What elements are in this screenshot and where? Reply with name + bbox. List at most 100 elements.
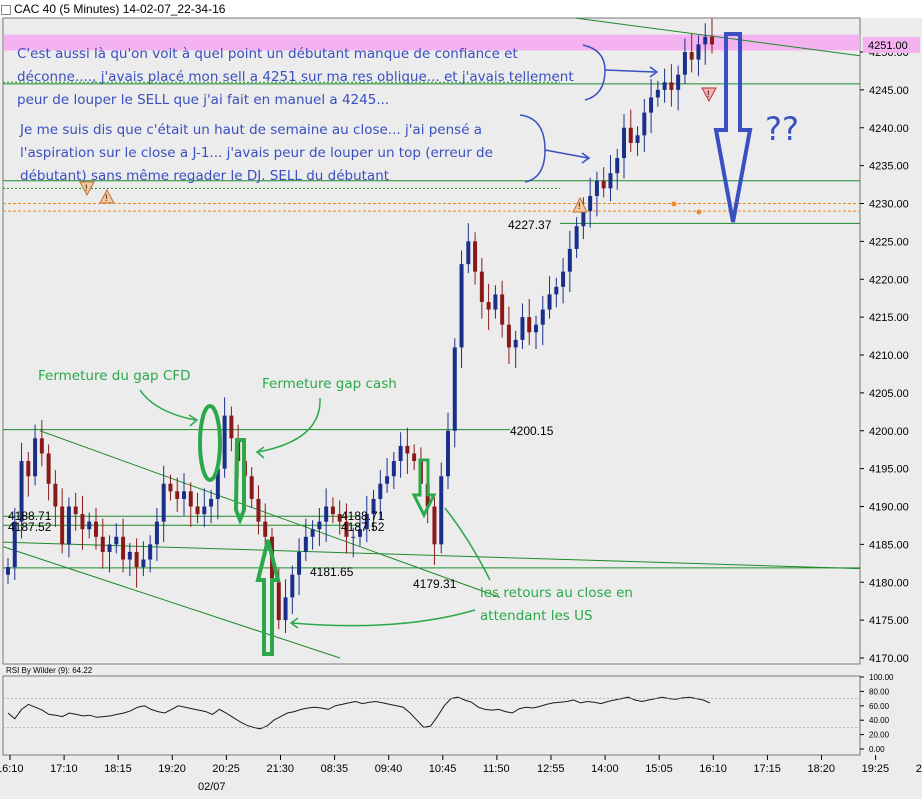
price-axis <box>861 18 922 664</box>
time-tick-label: 14:00 <box>591 763 619 775</box>
svg-text:!: ! <box>578 201 581 211</box>
candle-body <box>676 74 681 90</box>
candle-body <box>615 158 620 174</box>
note2-line2: l'aspiration sur le close a J-1... j'ava… <box>20 145 493 161</box>
time-tick-label: 16:10 <box>0 763 24 775</box>
candle-body <box>452 347 457 431</box>
candle-body <box>148 544 153 560</box>
candle-body <box>46 453 51 484</box>
candle-body <box>669 82 674 90</box>
orange-dot-marker <box>671 201 677 207</box>
rsi-tick-label: 40.00 <box>869 716 890 725</box>
candle-body <box>473 241 478 272</box>
time-tick-label: 19:25 <box>862 763 890 775</box>
note1-line1: C'est aussi là qu'on voit à quel point u… <box>17 46 518 62</box>
candle-body <box>324 506 329 522</box>
chart-canvas: 4170.00 4175.00 4180.00 4185.00 4190.00 4195.… <box>0 17 922 793</box>
candle-body <box>439 476 444 545</box>
rsi-plot-area <box>2 675 861 756</box>
candle-body <box>114 536 119 545</box>
candle-body <box>134 551 139 568</box>
candle-body <box>87 521 92 530</box>
time-tick-label: 19:20 <box>158 763 186 775</box>
time-tick-label: 20:30 <box>916 763 922 775</box>
level-label-4181: 4181.65 <box>310 565 354 579</box>
candle-body <box>283 597 288 621</box>
time-axis-ticks: 16:10 17:10 18:15 19:20 20:25 21:30 08:35 09:40… <box>0 755 922 775</box>
svg-text:!: ! <box>85 183 88 193</box>
note2-line1: Je me suis dis que c'était un haut de se… <box>19 122 482 138</box>
candle-body <box>398 445 403 462</box>
candle-body <box>256 498 261 522</box>
candle-body <box>33 438 38 477</box>
candle-body <box>682 52 687 75</box>
candle-body <box>100 536 105 552</box>
candle-body <box>141 559 146 568</box>
candle-body <box>628 127 633 143</box>
candle-body <box>500 294 505 325</box>
price-tick-label: 4210.00 <box>869 350 909 362</box>
time-tick-label: 11:50 <box>483 763 510 775</box>
candle-body <box>622 127 626 159</box>
candle-body <box>351 536 356 538</box>
time-tick-label: 12:55 <box>537 763 565 775</box>
retours-line1: les retours au close en <box>480 585 633 601</box>
time-tick-label: 18:20 <box>808 763 836 775</box>
candle-body <box>161 483 166 522</box>
rsi-tick-label: 20.00 <box>869 731 890 740</box>
candle-body <box>303 536 308 552</box>
candle-body <box>662 82 667 90</box>
price-tick-label: 4190.00 <box>869 502 909 514</box>
candle-body <box>601 180 606 189</box>
candle-body <box>385 476 390 484</box>
candle-body <box>479 271 484 302</box>
time-tick-label: 20:25 <box>212 763 240 775</box>
candle-body <box>554 286 559 295</box>
level-label-clipped-4: 4187.52 <box>341 520 385 534</box>
candle-body <box>513 339 518 348</box>
candle-body <box>486 301 491 310</box>
candle-body <box>290 574 295 598</box>
candle-body <box>175 491 180 499</box>
last-price-marker: 4251.00 <box>863 37 920 53</box>
candle-body <box>263 521 268 537</box>
candle-body <box>412 453 417 462</box>
price-tick-label: 4235.00 <box>869 161 909 173</box>
candle-body <box>188 491 193 507</box>
candle-body <box>567 248 572 272</box>
price-tick-label: 4170.00 <box>869 653 909 665</box>
candle-body <box>297 551 302 575</box>
candle-body <box>642 112 647 136</box>
candle-body <box>94 521 98 537</box>
time-tick-label: 15:05 <box>645 763 673 775</box>
time-tick-label: 21:30 <box>267 763 295 775</box>
candle-body <box>73 506 78 515</box>
candle-body <box>202 506 207 515</box>
candle-body <box>127 551 132 560</box>
price-tick-label: 4230.00 <box>869 199 909 211</box>
candle-body <box>588 195 593 212</box>
candle-body <box>581 211 586 227</box>
price-tick-label: 4245.00 <box>869 85 909 97</box>
level-label-clipped-2: 4187.52 <box>8 520 52 534</box>
candle-body <box>60 506 65 545</box>
svg-text:!: ! <box>707 89 710 99</box>
price-tick-label: 4240.00 <box>869 123 909 135</box>
candle-body <box>710 36 714 45</box>
price-tick-label: 4200.00 <box>869 426 909 438</box>
candle-body <box>378 483 383 499</box>
gap-cfd-label: Fermeture du gap CFD <box>38 368 191 384</box>
candle-body <box>540 309 545 325</box>
candle-body <box>527 317 532 333</box>
time-tick-label: 17:10 <box>50 763 78 775</box>
candle-body <box>195 506 200 515</box>
rsi-tick-label: 100.00 <box>869 673 894 682</box>
time-tick-label: 10:45 <box>429 763 457 775</box>
candle-body <box>154 521 159 545</box>
candle-body <box>39 438 44 454</box>
candle-body <box>459 264 464 348</box>
price-tick-label: 4185.00 <box>869 539 909 551</box>
candle-body <box>466 241 471 265</box>
candle-body <box>276 582 281 621</box>
price-tick-label: 4220.00 <box>869 274 909 286</box>
